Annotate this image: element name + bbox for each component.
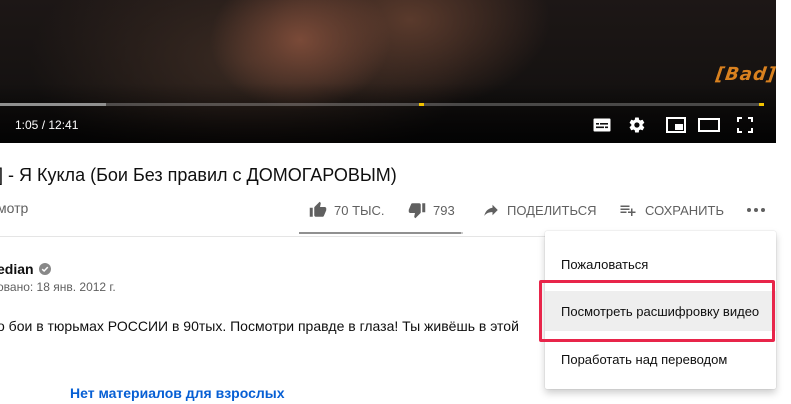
chapter-marker [419,103,425,106]
like-count: 70 ТЫС. [334,202,385,218]
settings-icon [629,117,645,133]
subtitles-button[interactable] [591,115,613,135]
like-button[interactable]: 70 ТЫС. [309,200,385,220]
age-restriction-link[interactable]: Нет материалов для взрослых [70,385,285,401]
sentiment-bar-likes [299,232,462,234]
save-button[interactable]: СОХРАНИТЬ [618,200,724,220]
thumbs-down-icon [408,203,426,219]
save-label: СОХРАНИТЬ [645,202,724,218]
menu-item-label: Поработать над переводом [561,351,728,367]
menu-item-translate[interactable]: Поработать над переводом [545,339,776,379]
share-button[interactable]: ПОДЕЛИТЬСЯ [482,200,596,220]
add-to-playlist-icon [620,205,636,216]
time-display: 1:05 / 12:41 [15,118,79,132]
menu-item-report[interactable]: Пожаловаться [545,244,776,284]
sentiment-bar [299,232,463,234]
fullscreen-button[interactable] [734,115,756,135]
chapter-marker [758,103,764,106]
miniplayer-icon [666,117,686,133]
channel-watermark: [Bad] [714,64,776,85]
more-horizontal-icon [747,208,765,212]
video-description: о бои в тюрьмах РОССИИ в 90тых. Посмотри… [0,318,519,334]
subtitles-icon [593,118,611,132]
publish-date: овано: 18 янв. 2012 г. [0,280,116,294]
settings-button[interactable] [626,115,648,135]
theater-mode-button[interactable] [698,115,720,135]
menu-item-label: Пожаловаться [561,256,649,272]
theater-mode-icon [698,118,720,132]
view-count: мотр [0,200,29,216]
verified-badge-icon [38,263,51,275]
highlight-annotation [539,280,775,342]
dislike-count: 793 [433,202,455,218]
fullscreen-icon [737,117,753,133]
seek-bar[interactable] [0,103,764,106]
share-label: ПОДЕЛИТЬСЯ [507,202,597,218]
thumbs-up-icon [309,201,327,217]
miniplayer-button[interactable] [665,115,687,135]
dislike-button[interactable]: 793 [408,200,455,220]
video-player[interactable]: [Bad] 1:05 / 12:41 [0,0,776,143]
channel-name: edian [0,261,34,277]
channel-name-link[interactable]: edian [0,261,51,277]
share-icon [484,204,498,216]
video-title: ] - Я Кукла (Бои Без правил с ДОМОГАРОВЫ… [0,165,397,185]
seek-bar-played [0,103,107,106]
player-gradient-overlay [0,83,776,143]
more-actions-button[interactable] [746,200,773,220]
